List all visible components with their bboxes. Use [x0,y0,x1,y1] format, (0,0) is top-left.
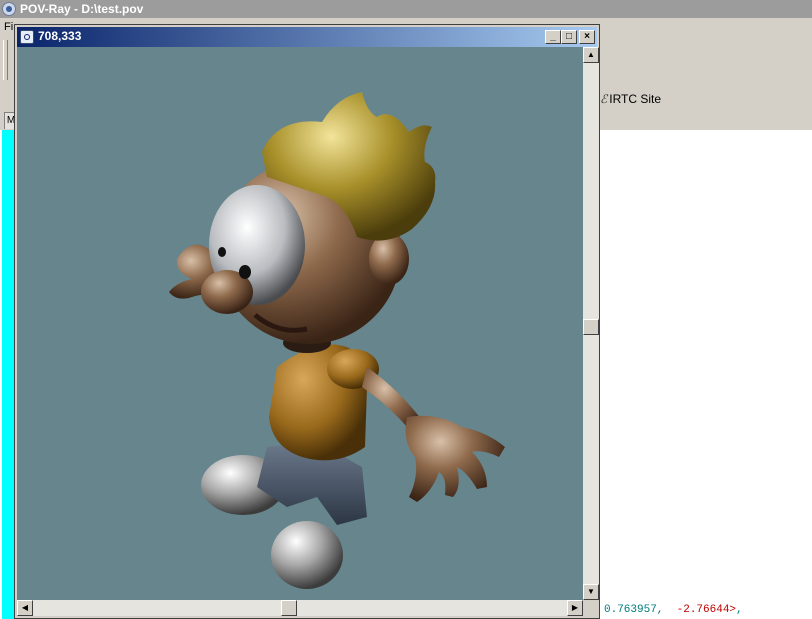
povray-app-icon [2,2,16,16]
toolbar-grip[interactable] [3,40,8,80]
shoe-right [271,521,343,589]
scroll-up-button[interactable]: ▲ [583,47,599,63]
menu-file[interactable]: Fi [4,18,13,36]
render-window-titlebar[interactable]: 708,333 _ □ × [17,27,597,47]
horizontal-scroll-thumb[interactable] [281,600,297,616]
render-window: 708,333 _ □ × ▲ ▼ ◀ ▶ [14,24,600,619]
vertical-scroll-thumb[interactable] [583,319,599,335]
pupil-2 [218,247,226,257]
hand-right [405,415,505,502]
code-token-number: 0.763957, [604,604,664,616]
code-token-number-negative: -2.76644> [676,604,737,616]
scroll-right-button[interactable]: ▶ [567,600,583,616]
app-title-bar: POV-Ray - D:\test.pov [0,0,812,18]
editor-margin [2,130,14,619]
irtc-site-label: IRTC Site [609,92,662,106]
render-window-title: 708,333 [38,29,82,43]
maximize-button[interactable]: □ [561,30,577,44]
ear [369,233,409,285]
pupil [239,265,251,279]
vertical-scrollbar[interactable]: ▲ ▼ [583,47,599,600]
app-title: POV-Ray - D:\test.pov [20,2,144,16]
irtc-site-link[interactable]: ℰ IRTC Site [600,92,661,106]
scroll-left-button[interactable]: ◀ [17,600,33,616]
code-token-comma: , [736,604,743,616]
render-viewport [17,47,583,600]
scrollbar-corner [583,600,599,616]
code-line: 0.763957, -2.76644>, [604,604,743,616]
close-button[interactable]: × [579,30,595,44]
rendered-image [169,92,505,589]
scroll-down-button[interactable]: ▼ [583,584,599,600]
link-icon: ℰ [600,92,608,106]
render-window-icon [20,30,34,44]
horizontal-scrollbar[interactable]: ◀ ▶ [17,600,583,616]
minimize-button[interactable]: _ [545,30,561,44]
